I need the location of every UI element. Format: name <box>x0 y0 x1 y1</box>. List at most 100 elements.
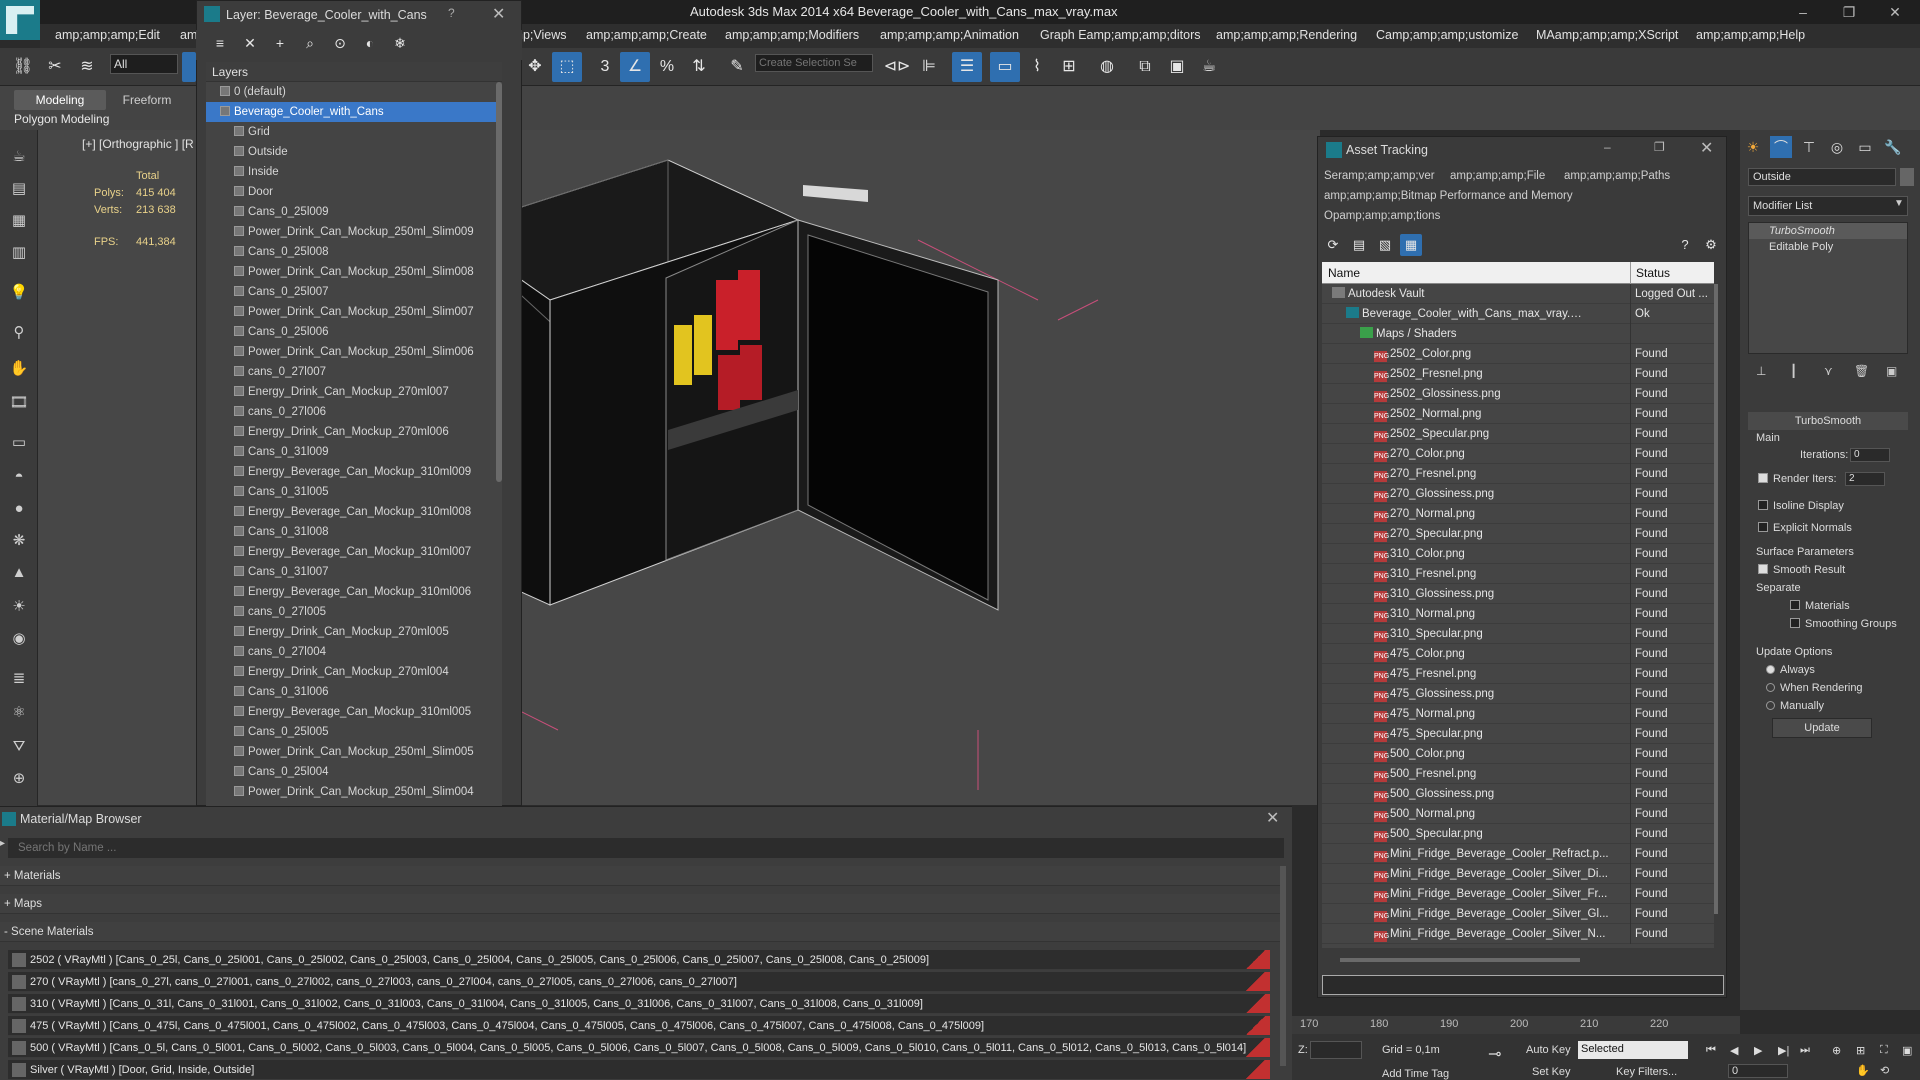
dome-icon[interactable]: ◓ <box>7 466 31 488</box>
align-icon[interactable]: ⊫ <box>914 52 944 82</box>
layer-row[interactable]: Energy_Drink_Can_Mockup_270ml006 <box>206 422 502 442</box>
object-color-swatch[interactable] <box>1900 168 1914 186</box>
asset-row[interactable]: PNGMini_Fridge_Beverage_Cooler_Silver_Di… <box>1322 864 1714 884</box>
layer-row[interactable]: 0 (default) <box>206 82 502 102</box>
viewport-label[interactable]: [+] [Orthographic ] [R <box>82 137 194 151</box>
asset-menu-bitmap[interactable]: amp;amp;amp;Bitmap Performance and Memor… <box>1324 190 1573 202</box>
list-view-icon[interactable]: ▤ <box>1348 234 1370 256</box>
angle-snap-icon[interactable]: ∠ <box>620 52 650 82</box>
asset-row[interactable]: PNG310_Normal.png Found <box>1322 604 1714 624</box>
asset-row[interactable]: PNG500_Normal.png Found <box>1322 804 1714 824</box>
light-bulb-icon[interactable]: 💡 <box>7 282 31 304</box>
manually-radio[interactable] <box>1766 701 1775 710</box>
modify-tab-icon[interactable]: ⌒ <box>1770 136 1792 158</box>
layer-row[interactable]: Cans_0_25l008 <box>206 242 502 262</box>
layer-row[interactable]: Cans_0_31l007 <box>206 562 502 582</box>
sphere-icon[interactable]: ● <box>7 498 31 520</box>
show-end-result-icon[interactable]: ┃ <box>1790 364 1797 378</box>
sun-icon[interactable]: ☀ <box>7 596 31 618</box>
layer-row[interactable]: Cans_0_25l009 <box>206 202 502 222</box>
refresh-icon[interactable]: ⟳ <box>1322 234 1344 256</box>
z-coordinate-field[interactable] <box>1310 1041 1362 1059</box>
timeline[interactable]: 170 180 190 200 210 220 <box>1292 1016 1740 1034</box>
display-tab-icon[interactable]: ▭ <box>1854 136 1876 158</box>
layer-row[interactable]: Cans_0_31l008 <box>206 522 502 542</box>
link-icon[interactable]: ⛓ <box>8 52 38 82</box>
group-maps[interactable]: + Maps <box>0 894 1280 914</box>
play-icon[interactable]: ▶ <box>1754 1044 1762 1057</box>
layer-row[interactable]: Door <box>206 182 502 202</box>
named-selection-set-input[interactable] <box>755 54 873 72</box>
zoom-extents-icon[interactable]: ⛶ <box>1880 1044 1888 1057</box>
asset-row[interactable]: PNGMini_Fridge_Beverage_Cooler_Silver_Fr… <box>1322 884 1714 904</box>
make-unique-icon[interactable]: ⋎ <box>1824 364 1833 378</box>
tab-modeling[interactable]: Modeling <box>14 90 106 110</box>
asset-row[interactable]: PNG475_Glossiness.png Found <box>1322 684 1714 704</box>
layer-row[interactable]: Grid <box>206 122 502 142</box>
asset-path-field[interactable] <box>1322 975 1724 995</box>
layer-row[interactable]: cans_0_27l004 <box>206 642 502 662</box>
asset-row[interactable]: PNG2502_Fresnel.png Found <box>1322 364 1714 384</box>
layer-row[interactable]: Energy_Beverage_Can_Mockup_310ml007 <box>206 542 502 562</box>
menu-edit[interactable]: amp;amp;amp;Edit <box>55 28 160 42</box>
asset-row[interactable]: PNGMini_Fridge_Beverage_Cooler_Silver_N.… <box>1322 924 1714 944</box>
freeze-all-icon[interactable]: ❄ <box>388 31 412 55</box>
chevron-down-icon[interactable]: ▼ <box>1894 198 1904 209</box>
walk-icon[interactable]: ⚲ <box>7 322 31 344</box>
scene-material-row[interactable]: 475 ( VRayMtl ) [Cans_0_475l, Cans_0_475… <box>8 1016 1270 1036</box>
asset-row[interactable]: PNG500_Glossiness.png Found <box>1322 784 1714 804</box>
layer-manager-icon[interactable]: ☰ <box>952 52 982 82</box>
rendered-frame-icon[interactable]: ▣ <box>1162 52 1192 82</box>
turbosmooth-rollout-header[interactable]: TurboSmooth <box>1748 412 1908 430</box>
asset-menu-server[interactable]: Seramp;amp;amp;ver <box>1324 170 1435 182</box>
create-tab-icon[interactable]: ☀ <box>1742 136 1764 158</box>
asset-row[interactable]: PNGMini_Fridge_Beverage_Cooler_Refract.p… <box>1322 844 1714 864</box>
layer-row[interactable]: Energy_Beverage_Can_Mockup_310ml005 <box>206 702 502 722</box>
hand-icon[interactable]: ✋ <box>7 358 31 380</box>
unlink-icon[interactable]: ✂ <box>40 52 70 82</box>
menu-customize[interactable]: Camp;amp;amp;ustomize <box>1376 28 1518 42</box>
asset-row[interactable]: PNG310_Glossiness.png Found <box>1322 584 1714 604</box>
layer-row[interactable]: cans_0_27l007 <box>206 362 502 382</box>
utilities-tab-icon[interactable]: 🔧 <box>1882 136 1904 158</box>
asset-row[interactable]: PNG2502_Color.png Found <box>1322 344 1714 364</box>
snap-toggle-icon[interactable]: 3 <box>590 52 620 82</box>
menu-create[interactable]: amp;amp;amp;Create <box>586 28 707 42</box>
key-filters-button[interactable]: Key Filters... <box>1616 1066 1677 1078</box>
layer-close-icon[interactable]: ✕ <box>492 4 505 24</box>
bind-spacewarp-icon[interactable]: ≋ <box>72 52 102 82</box>
menu-maxscript[interactable]: MAamp;amp;amp;XScript <box>1536 28 1678 42</box>
layer-row[interactable]: Energy_Beverage_Can_Mockup_310ml009 <box>206 462 502 482</box>
ribbon-toggle-icon[interactable]: ▭ <box>990 52 1020 82</box>
polygon-modeling-label[interactable]: Polygon Modeling <box>14 112 109 126</box>
asset-row[interactable]: PNG270_Color.png Found <box>1322 444 1714 464</box>
scene-material-row[interactable]: Silver ( VRayMtl ) [Door, Grid, Inside, … <box>8 1060 1270 1080</box>
stairs-icon[interactable]: ≣ <box>7 668 31 690</box>
scene-material-row[interactable]: 310 ( VRayMtl ) [Cans_0_31l, Cans_0_31l0… <box>8 994 1270 1014</box>
select-object-icon[interactable] <box>182 52 196 82</box>
helper-icon[interactable]: ⛛ <box>7 736 31 758</box>
scene-material-row[interactable]: 2502 ( VRayMtl ) [Cans_0_25l, Cans_0_25l… <box>8 950 1270 970</box>
asset-row[interactable]: PNG270_Normal.png Found <box>1322 504 1714 524</box>
goto-start-icon[interactable]: ⏮ <box>1706 1044 1716 1057</box>
layer-row[interactable]: Cans_0_31l005 <box>206 482 502 502</box>
auto-key-button[interactable]: Auto Key <box>1526 1044 1571 1056</box>
menu-help[interactable]: amp;amp;amp;Help <box>1696 28 1805 42</box>
zoom-all-icon[interactable]: ⊞ <box>1856 1044 1865 1057</box>
asset-row[interactable]: PNG500_Fresnel.png Found <box>1322 764 1714 784</box>
asset-row[interactable]: Autodesk Vault Logged Out ... <box>1322 284 1714 304</box>
motion-tab-icon[interactable]: ◎ <box>1826 136 1848 158</box>
layer-row[interactable]: Cans_0_31l006 <box>206 682 502 702</box>
maximize-viewport-icon[interactable]: ▣ <box>1902 1044 1912 1057</box>
grid-icon[interactable]: ▦ <box>7 210 31 232</box>
asset-row[interactable]: PNG310_Specular.png Found <box>1322 624 1714 644</box>
render-setup-icon[interactable]: ⧉ <box>1130 52 1160 82</box>
highlight-layer-icon[interactable]: ⊙ <box>328 31 352 55</box>
cone-icon[interactable]: ▲ <box>7 562 31 584</box>
asset-row[interactable]: PNG500_Specular.png Found <box>1322 824 1714 844</box>
schematic-view-icon[interactable]: ⊞ <box>1054 52 1084 82</box>
teapot-icon[interactable]: ☕ <box>7 146 31 168</box>
layer-row[interactable]: Power_Drink_Can_Mockup_250ml_Slim008 <box>206 262 502 282</box>
delete-layer-icon[interactable]: ✕ <box>238 31 262 55</box>
add-time-tag-button[interactable]: Add Time Tag <box>1382 1068 1449 1080</box>
